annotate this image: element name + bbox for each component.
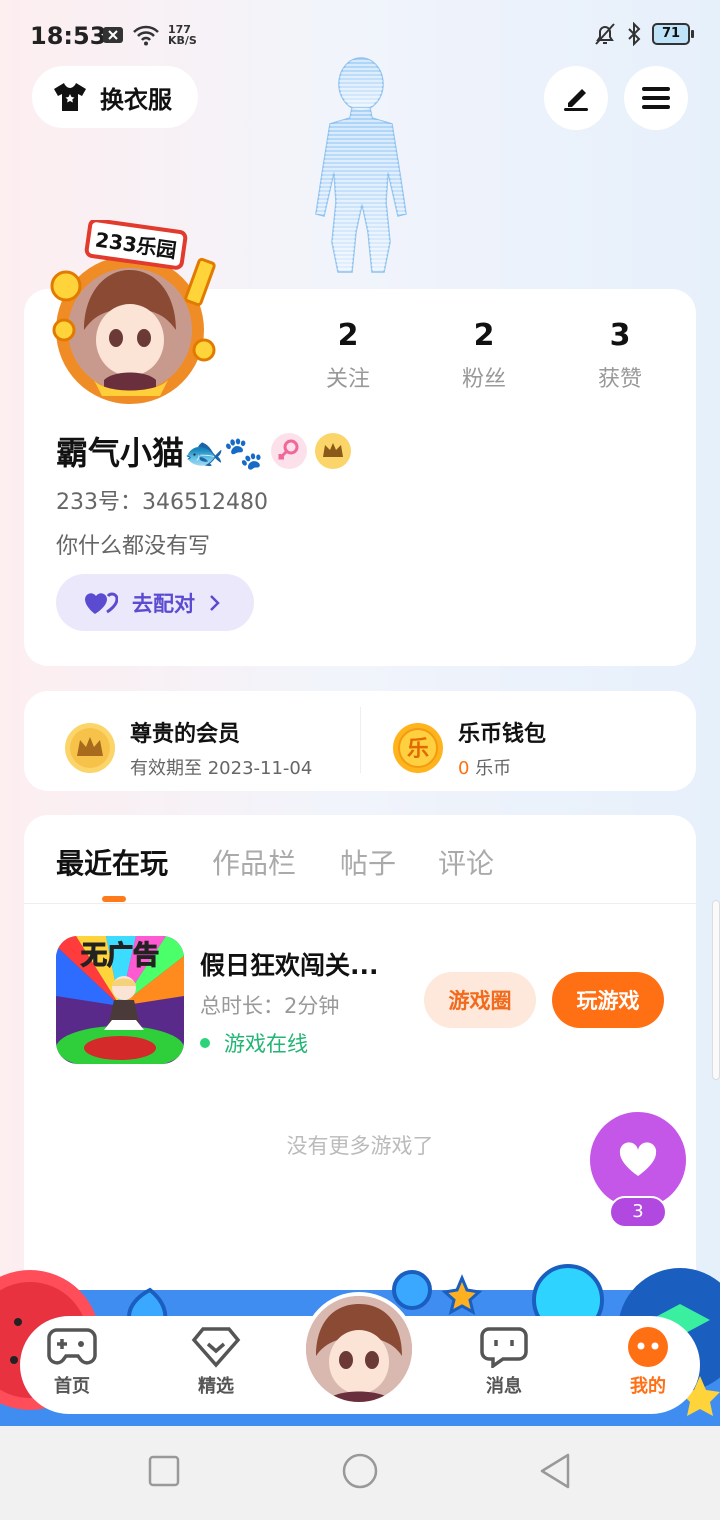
scrollbar[interactable] — [712, 900, 720, 1080]
nav-featured[interactable]: 精选 — [171, 1326, 261, 1398]
wifi-icon — [133, 25, 159, 46]
membership-entry[interactable]: 尊贵的会员 有效期至 2023-11-04 — [64, 716, 312, 780]
tshirt-icon — [54, 83, 86, 111]
following-label: 关注 — [325, 367, 370, 392]
female-icon — [270, 433, 307, 469]
tabs-divider — [24, 903, 696, 904]
gamepad-icon — [47, 1328, 97, 1365]
game-duration: 总时长：2分钟 — [200, 994, 340, 1018]
status-icons: 177 KB/S — [102, 24, 197, 46]
game-icon[interactable]: 无广告 — [56, 936, 184, 1064]
coin-icon: 乐 — [393, 723, 443, 773]
following-count: 2 — [337, 318, 359, 353]
likes-label: 获赞 — [597, 367, 642, 392]
nav-avatar-button[interactable] — [302, 1292, 416, 1406]
status-time: 18:53 — [30, 22, 107, 50]
nav-featured-label: 精选 — [198, 1376, 234, 1397]
change-outfit-label: 换衣服 — [100, 85, 172, 114]
tab-works[interactable]: 作品栏 — [212, 842, 296, 882]
tab-recent[interactable]: 最近在玩 — [56, 842, 168, 882]
wallet-title: 乐币钱包 — [458, 722, 547, 747]
followers-label: 粉丝 — [461, 367, 506, 392]
game-circle-button[interactable]: 游戏圈 — [424, 972, 536, 1028]
divider — [360, 707, 361, 773]
uid-value: 346512480 — [142, 490, 268, 515]
online-label: 游戏在线 — [224, 1032, 308, 1056]
uid-label: 233号： — [56, 490, 142, 515]
status-right: 71 — [594, 22, 694, 46]
bio: 你什么都没有写 — [56, 534, 211, 559]
recents-icon[interactable] — [146, 1453, 182, 1489]
nav-messages-label: 消息 — [486, 1376, 522, 1397]
crown-icon — [314, 433, 351, 469]
tab-indicator — [102, 896, 126, 902]
close-box-icon — [103, 27, 123, 43]
like-button[interactable] — [590, 1112, 686, 1208]
wallet-balance-row: 0 乐币 — [458, 754, 546, 780]
edit-profile-button[interactable] — [544, 66, 608, 130]
nav-home[interactable]: 首页 — [27, 1326, 117, 1398]
nav-avatar-image — [306, 1296, 412, 1402]
hearts-icon — [85, 592, 118, 614]
nickname: 霸气小猫🐟🐾 — [56, 434, 264, 472]
menu-button[interactable] — [624, 66, 688, 130]
wallet-unit: 乐币 — [475, 758, 512, 779]
pair-label: 去配对 — [132, 591, 195, 616]
home-circle-icon[interactable] — [340, 1453, 380, 1493]
play-game-button[interactable]: 玩游戏 — [552, 972, 664, 1028]
game-icon-text: 无广告 — [81, 941, 159, 971]
heart-gem-icon — [191, 1327, 241, 1368]
nickname-row: 霸气小猫🐟🐾 — [56, 428, 352, 474]
chevron-right-icon — [210, 594, 220, 611]
likes-count: 3 — [609, 318, 631, 353]
like-count-badge: 3 — [609, 1196, 667, 1228]
coin-char: 乐 — [407, 737, 429, 762]
tab-comments[interactable]: 评论 — [438, 842, 494, 882]
vip-crown-icon — [65, 723, 115, 773]
stat-following[interactable]: 2 关注 — [293, 318, 403, 393]
uid-row: 233号：346512480 — [56, 484, 268, 516]
nav-home-label: 首页 — [54, 1376, 90, 1397]
menu-icon — [642, 87, 670, 109]
pen-icon — [564, 89, 588, 111]
change-outfit-button[interactable]: 换衣服 — [32, 66, 198, 128]
avatar-figure[interactable] — [296, 52, 426, 292]
followers-count: 2 — [473, 318, 495, 353]
battery-indicator: 71 — [652, 23, 694, 45]
avatar-image: 233乐园 — [50, 218, 216, 404]
stat-likes[interactable]: 3 获赞 — [565, 318, 675, 393]
net-speed: 177 KB/S — [168, 24, 197, 46]
online-dot — [200, 1038, 210, 1048]
game-title[interactable]: 假日狂欢闯关... — [200, 946, 379, 982]
wallet-entry[interactable]: 乐 乐币钱包 0 乐币 — [392, 716, 546, 780]
me-icon — [628, 1327, 668, 1367]
membership-expiry: 有效期至 2023-11-04 — [130, 758, 313, 779]
stat-followers[interactable]: 2 粉丝 — [429, 318, 539, 393]
game-online-status: 游戏在线 — [200, 1028, 308, 1058]
nav-messages[interactable]: 消息 — [459, 1326, 549, 1398]
bell-off-icon — [595, 23, 615, 45]
back-triangle-icon[interactable] — [538, 1453, 574, 1489]
nav-me[interactable]: 我的 — [603, 1326, 693, 1398]
membership-title: 尊贵的会员 — [130, 722, 241, 747]
pair-button[interactable]: 去配对 — [56, 574, 254, 631]
nav-me-label: 我的 — [630, 1376, 666, 1397]
tab-posts[interactable]: 帖子 — [340, 842, 396, 882]
heart-icon — [619, 1142, 657, 1176]
wallet-amount: 0 — [458, 758, 470, 779]
bluetooth-icon — [628, 22, 641, 46]
user-avatar[interactable]: 233乐园 — [44, 218, 228, 404]
net-speed-unit: KB/S — [168, 34, 197, 47]
chat-icon — [480, 1327, 528, 1368]
